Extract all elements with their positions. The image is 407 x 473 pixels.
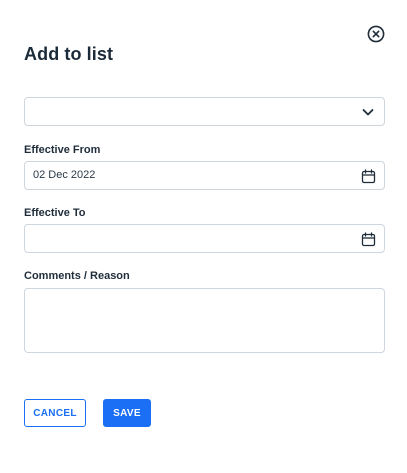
comments-label: Comments / Reason [24, 270, 130, 282]
effective-from-label: Effective From [24, 144, 101, 156]
close-circle-icon [367, 25, 385, 43]
dialog-title: Add to list [24, 44, 114, 64]
effective-to-label: Effective To [24, 207, 86, 219]
chevron-down-icon [360, 104, 376, 120]
add-to-list-dialog: Add to list Effective From 02 Dec 2022 E… [0, 0, 407, 473]
calendar-icon[interactable] [360, 231, 376, 247]
close-button[interactable] [366, 24, 386, 44]
save-button[interactable]: SAVE [103, 399, 151, 427]
comments-textarea[interactable] [24, 288, 385, 353]
effective-from-field[interactable]: 02 Dec 2022 [24, 161, 385, 190]
list-select[interactable] [24, 97, 385, 126]
effective-from-value: 02 Dec 2022 [33, 169, 96, 181]
effective-to-field[interactable] [24, 224, 385, 253]
calendar-icon[interactable] [360, 168, 376, 184]
cancel-button[interactable]: CANCEL [24, 399, 86, 427]
